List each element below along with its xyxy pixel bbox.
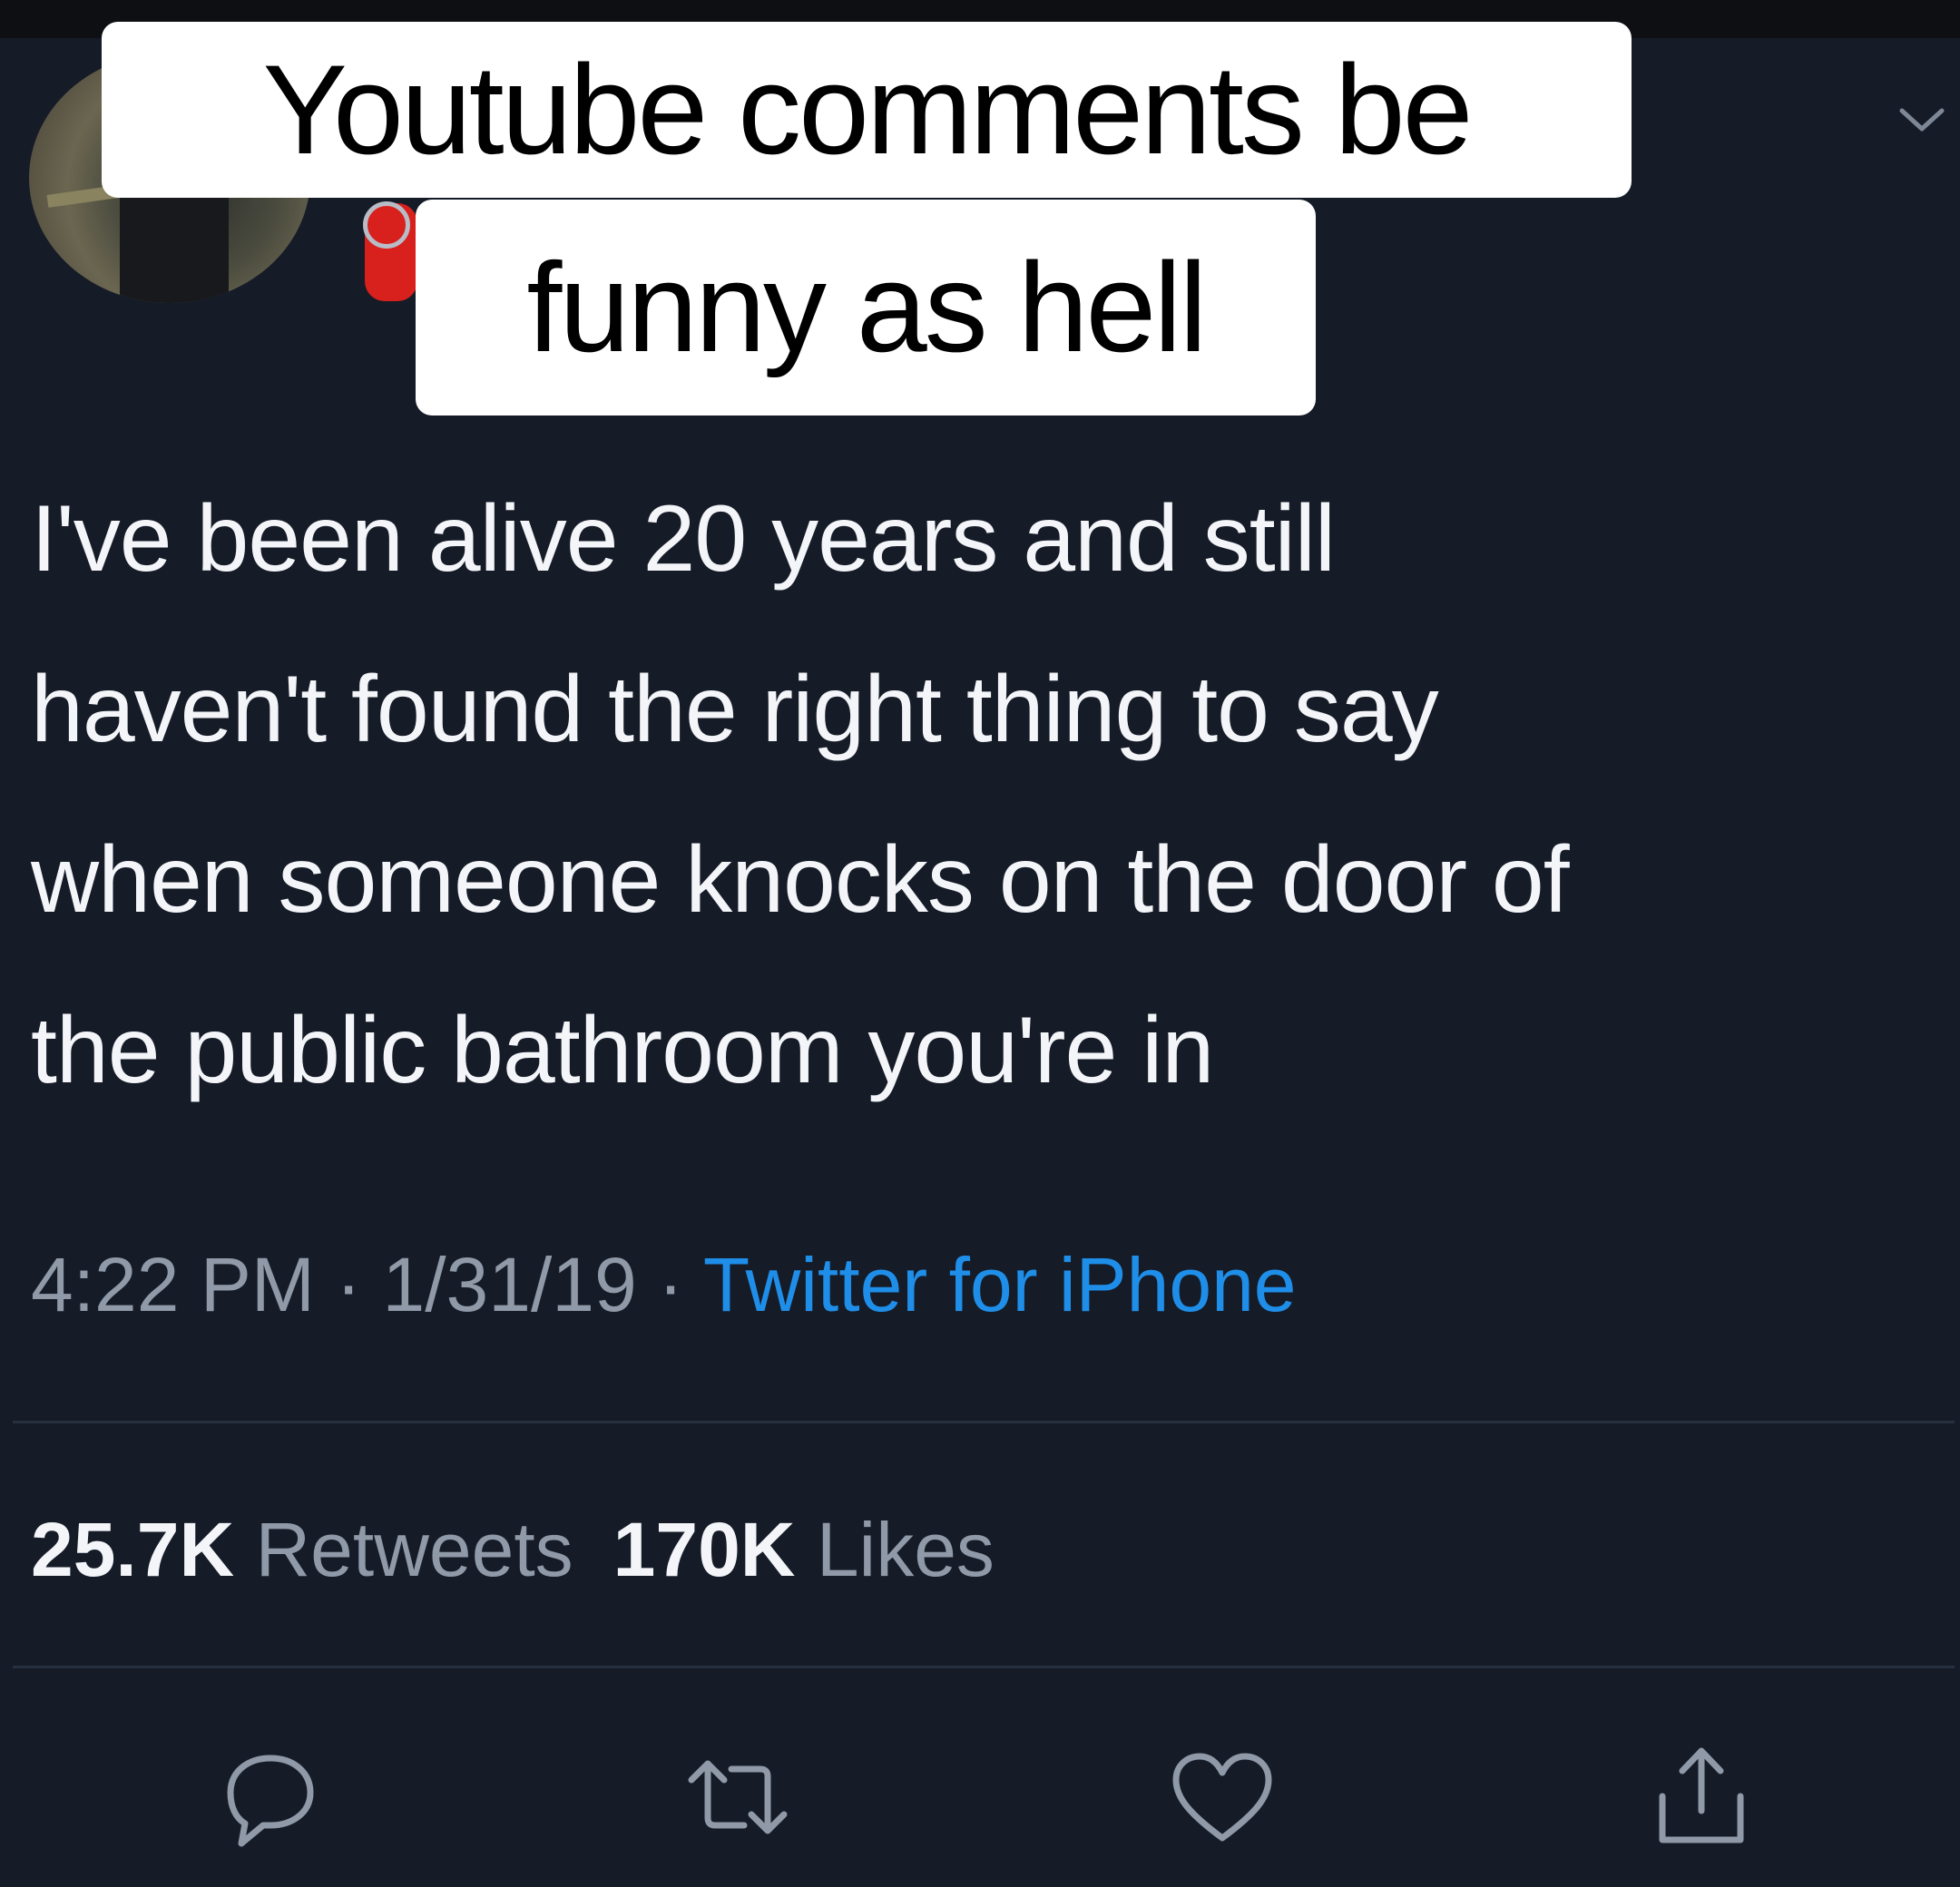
meta-separator: ·	[636, 1242, 703, 1327]
chevron-down-icon[interactable]	[1896, 94, 1947, 145]
retweets-stat[interactable]: 25.7K Retweets	[31, 1507, 573, 1592]
retweet-button[interactable]	[679, 1738, 797, 1856]
reply-icon	[227, 1755, 314, 1847]
likes-label: Likes	[816, 1507, 995, 1592]
likes-count: 170K	[612, 1507, 796, 1592]
divider	[13, 1666, 1955, 1668]
action-bar	[0, 1738, 1960, 1856]
tweet-date: 1/31/19	[382, 1242, 637, 1327]
tweet-stats: 25.7K Retweets 170K Likes	[31, 1506, 995, 1594]
divider	[13, 1421, 1955, 1423]
likes-stat[interactable]: 170K Likes	[613, 1507, 995, 1592]
tweet-time: 4:22 PM	[31, 1242, 315, 1327]
share-icon	[1659, 1747, 1744, 1843]
tweet-meta: 4:22 PM · 1/31/19 · Twitter for iPhone	[31, 1241, 1297, 1329]
reply-button[interactable]	[211, 1738, 328, 1856]
tweet-line: I've been alive 20 years and still	[31, 486, 1336, 592]
caption-line-2: funny as hell	[416, 200, 1316, 416]
retweets-label: Retweets	[255, 1507, 573, 1592]
tweet-text: I've been alive 20 years and still haven…	[31, 454, 1927, 1136]
badge-ring	[363, 201, 410, 249]
tweet-line: haven't found the right thing to say	[31, 657, 1439, 762]
tweet-line: when someone knocks on the door of	[31, 827, 1570, 933]
like-button[interactable]	[1163, 1738, 1281, 1856]
tweet-source-link[interactable]: Twitter for iPhone	[703, 1242, 1297, 1327]
retweets-count: 25.7K	[31, 1507, 235, 1592]
meta-separator: ·	[314, 1242, 383, 1327]
like-icon	[1172, 1753, 1272, 1842]
caption-line-1: Youtube comments be	[102, 22, 1632, 198]
tweet-line: the public bathroom you're in	[31, 998, 1214, 1103]
share-button[interactable]	[1642, 1738, 1760, 1856]
retweet-icon	[688, 1760, 788, 1834]
